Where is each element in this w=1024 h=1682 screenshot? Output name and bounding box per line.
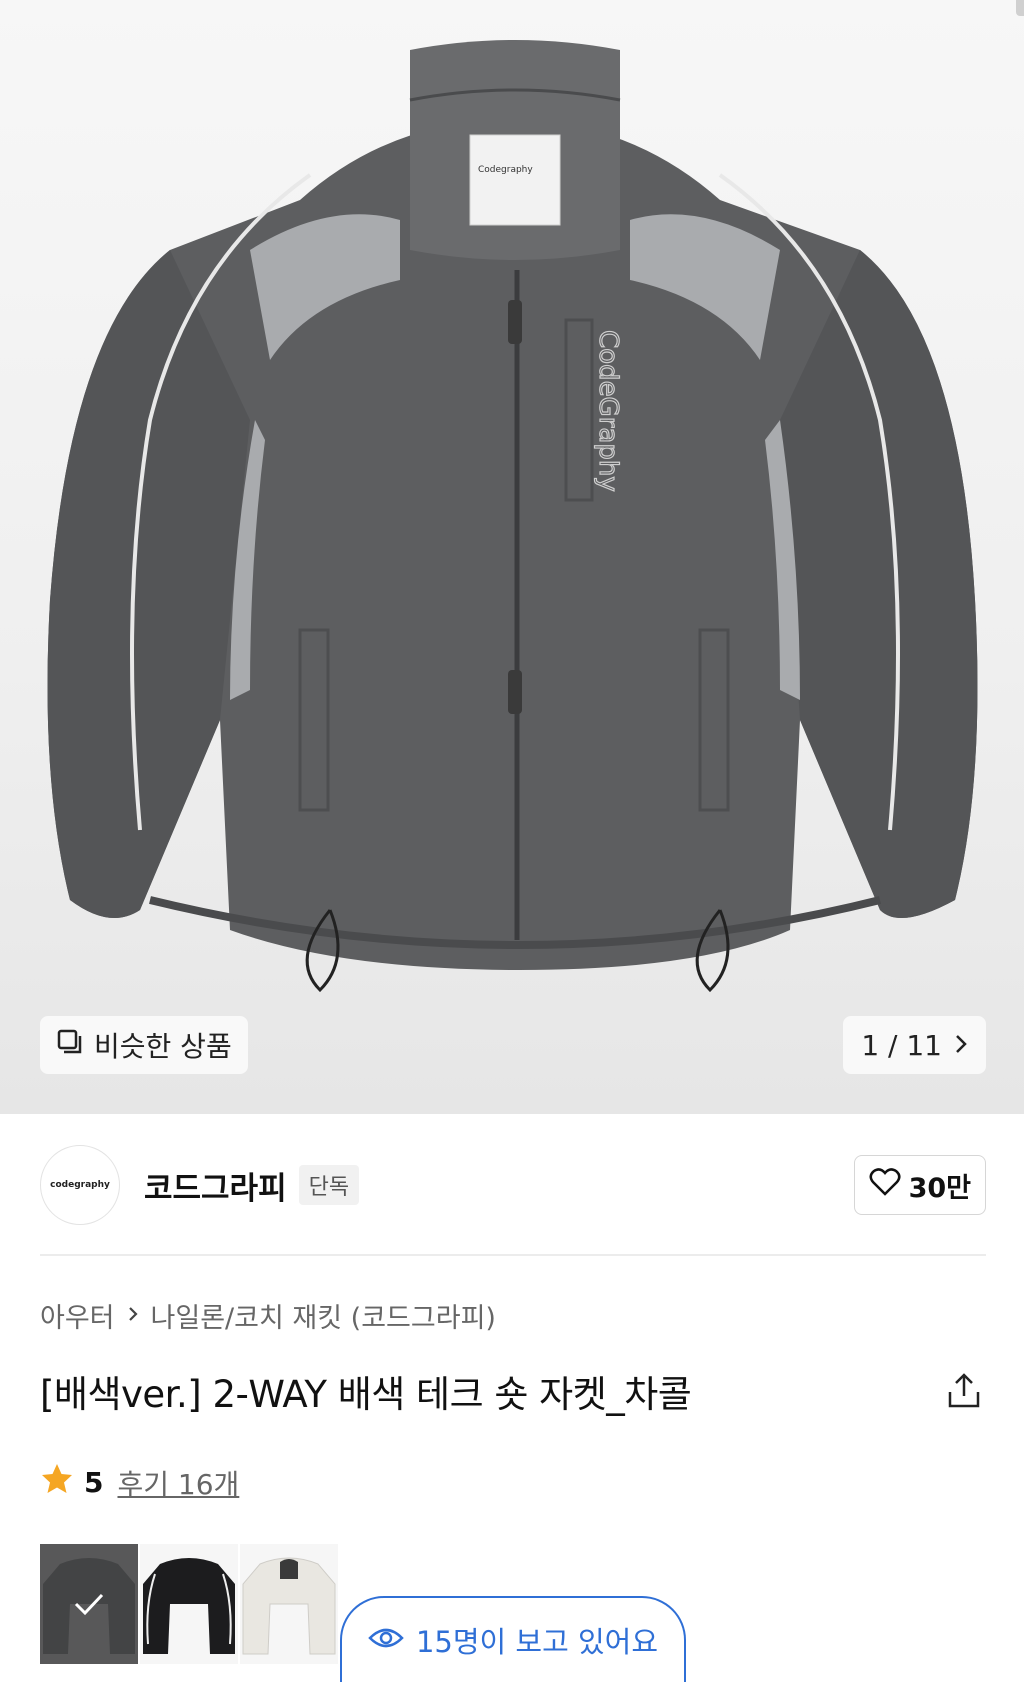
rating-score: 5 (84, 1466, 104, 1499)
exclusive-badge: 단독 (298, 1165, 360, 1205)
share-icon (948, 1373, 980, 1408)
like-count: 30만 (908, 1172, 971, 1204)
title-row: [배색ver.] 2-WAY 배색 테크 숏 자켓_차콜 (40, 1364, 986, 1418)
svg-text:Codegraphy: Codegraphy (478, 165, 533, 175)
color-option-black[interactable] (140, 1544, 238, 1664)
color-option-ivory[interactable] (240, 1544, 338, 1664)
breadcrumb-category[interactable]: 나일론/코치 재킷 (코드그라피) (151, 1296, 496, 1335)
product-image-gallery[interactable]: Codegraphy CodeGraphy 비슷한 상품 1 / 11 (0, 0, 1024, 1114)
product-title: [배색ver.] 2-WAY 배색 테크 숏 자켓_차콜 (40, 1373, 692, 1416)
share-button[interactable] (942, 1369, 986, 1413)
image-counter-text: 1 / 11 (861, 1028, 942, 1062)
chevron-right-icon (127, 1300, 139, 1331)
breadcrumb: 아우터 나일론/코치 재킷 (코드그라피) (40, 1296, 496, 1335)
viewers-text: 15명이 보고 있어요 (415, 1625, 659, 1659)
chevron-right-icon (954, 1029, 968, 1062)
like-button[interactable]: 30만 (853, 1155, 986, 1215)
viewers-indicator: 15명이 보고 있어요 (340, 1596, 686, 1682)
selected-check-icon (40, 1544, 138, 1664)
similar-products-button[interactable]: 비슷한 상품 (40, 1016, 248, 1074)
product-image: Codegraphy CodeGraphy (47, 40, 978, 993)
jacket-thumbnail (143, 1558, 235, 1654)
color-options (40, 1544, 340, 1664)
rating-row: 5 후기 16개 (40, 1462, 239, 1503)
heart-icon (869, 1167, 901, 1204)
divider (40, 1254, 986, 1256)
breadcrumb-outerwear[interactable]: 아우터 (40, 1296, 115, 1335)
jacket-thumbnail (242, 1557, 336, 1655)
reviews-link[interactable]: 후기 16개 (117, 1463, 239, 1503)
color-option-charcoal[interactable] (40, 1544, 138, 1664)
brand-logo[interactable]: codegraphy (40, 1145, 120, 1225)
star-icon (40, 1462, 74, 1503)
image-counter-button[interactable]: 1 / 11 (843, 1016, 986, 1074)
brand-name[interactable]: 코드그라피 (144, 1163, 287, 1208)
brand-logo-text: codegraphy (50, 1180, 110, 1190)
similar-products-label: 비슷한 상품 (94, 1030, 232, 1063)
similar-items-icon (56, 1028, 84, 1063)
scroll-indicator (1016, 0, 1024, 16)
eye-icon (368, 1623, 404, 1657)
brand-row: codegraphy 코드그라피 단독 30만 (40, 1145, 986, 1225)
svg-text:CodeGraphy: CodeGraphy (593, 330, 623, 492)
